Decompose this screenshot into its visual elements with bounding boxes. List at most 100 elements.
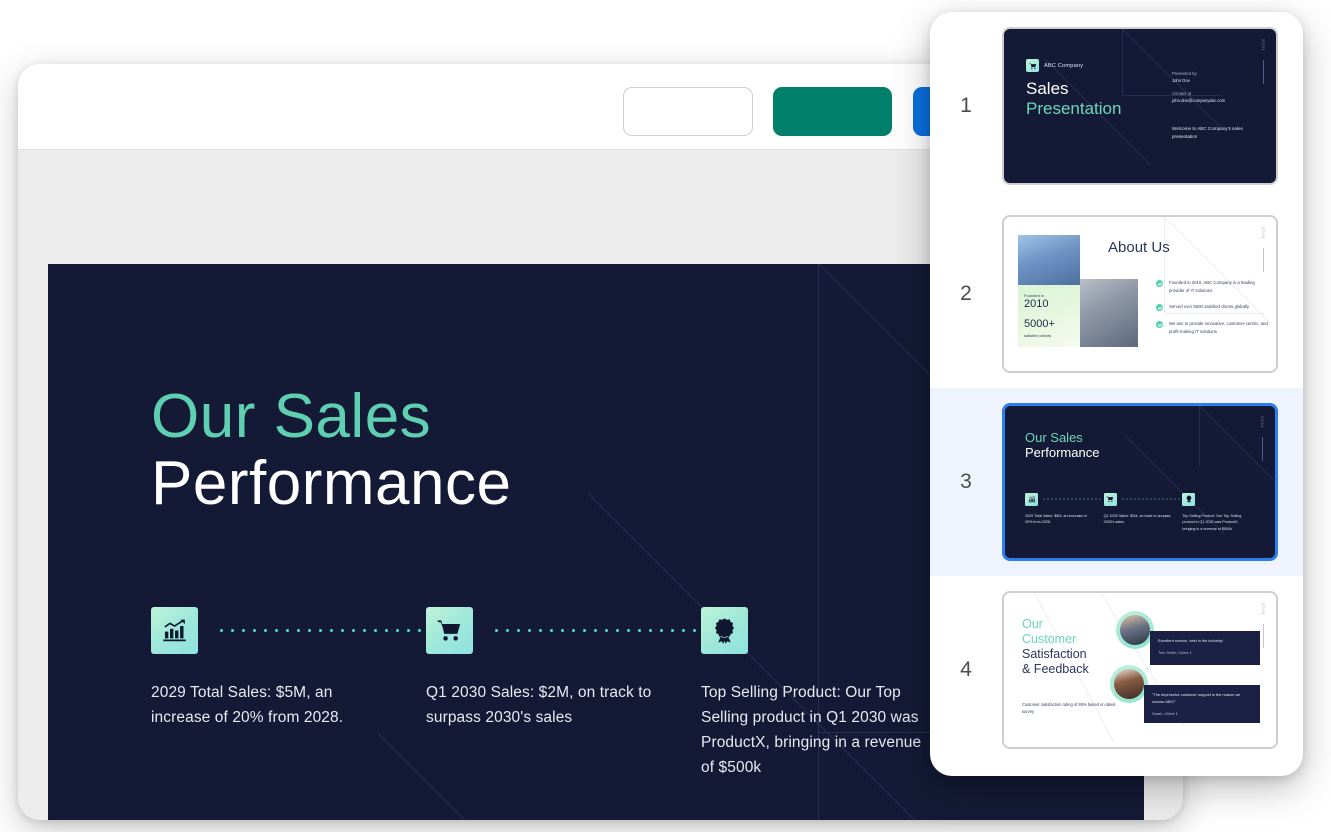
stat-item-header (1104, 492, 1183, 506)
slide-2-title: About Us (1108, 239, 1170, 256)
slide-1-title-line-1: Sales (1026, 79, 1121, 99)
slide-year-text: 2031 (1261, 39, 1266, 52)
toolbar-outline-button[interactable] (623, 87, 753, 136)
slide-2-bullet-list: Founded in 2010, ABC Company is a leadin… (1156, 279, 1268, 344)
stat-item-header (1025, 492, 1104, 506)
check-circle-icon (1156, 280, 1163, 287)
stat-item-header (426, 606, 701, 654)
company-name: ABC Company (1044, 63, 1083, 69)
avatar-photo (1120, 615, 1150, 645)
bullet-item: We aim to provide innovative, customer-c… (1156, 320, 1268, 335)
slide-year-text: 2031 (1261, 603, 1266, 616)
testimonial-quote: Excellent service, best in the industry! (1158, 638, 1252, 645)
clients-value: 5000+ (1024, 318, 1055, 330)
slide-year-rule (1262, 437, 1263, 461)
slide-stat-item: 2029 Total Sales: $5M, an increase of 20… (151, 606, 426, 780)
slide-3-title-line-2: Performance (1025, 445, 1099, 460)
stat-item: 2029 Total Sales: $5M, an increase of 20… (1025, 492, 1104, 532)
team-photo (1080, 279, 1138, 347)
decorative-line-diagonal (1199, 405, 1278, 498)
slide-thumbnail-row-2[interactable]: 2 Founded in 2010 5000+ satisfied client… (930, 200, 1303, 388)
decorative-line-vertical (1122, 29, 1123, 95)
slide-number-3: 3 (930, 470, 1002, 494)
connector-dots (491, 629, 697, 632)
contact-label: Contact at (1172, 91, 1264, 98)
decorative-line-vertical (1199, 406, 1200, 466)
slide-year-text: 2031 (1261, 227, 1266, 240)
avatar (1110, 665, 1148, 703)
testimonial-quote: "The impressive customer support is the … (1152, 692, 1252, 706)
avatar (1116, 611, 1154, 649)
stat-item-text: 2029 Total Sales: $5M, an increase of 20… (151, 680, 383, 730)
slide-year-rule (1263, 248, 1264, 272)
award-ribbon-icon (1182, 493, 1195, 506)
slide-1-contact-block: Presented by John Doe Contact at john.do… (1172, 71, 1264, 105)
slide-4-title-line-4: & Feedback (1022, 662, 1089, 677)
slide-stat-item: Q1 2030 Sales: $2M, on track to surpass … (426, 606, 701, 780)
slide-year-marker: 2031 (1261, 603, 1266, 648)
slide-year-rule (1263, 624, 1264, 648)
building-photo (1018, 235, 1080, 285)
bullet-text: Founded in 2010, ABC Company is a leadin… (1169, 279, 1268, 294)
stat-item-header (1182, 492, 1261, 506)
stat-item-text: Top Selling Product: Our Top Selling pro… (1182, 513, 1250, 532)
connector-dots (1042, 498, 1102, 500)
slide-4-subtitle: Customer satisfaction rating of 95% base… (1022, 701, 1118, 716)
slide-number-2: 2 (930, 282, 1002, 306)
stat-item: Q1 2030 Sales: $2M, on track to surpass … (1104, 492, 1183, 532)
slide-title-line-2: Performance (151, 451, 511, 518)
avatar-photo (1114, 669, 1144, 699)
slide-year-text: 2031 (1260, 416, 1265, 429)
company-logo: ABC Company (1026, 59, 1083, 72)
stat-item-text: Q1 2030 Sales: $2M, on track to surpass … (426, 680, 658, 730)
contact-value: john.doe@companyabc.com (1172, 98, 1264, 105)
presented-by-value: John Doe (1172, 78, 1264, 85)
testimonial-card: Excellent service, best in the industry!… (1150, 631, 1260, 665)
bullet-text: We aim to provide innovative, customer-c… (1169, 320, 1268, 335)
slide-4-title-line-3: Satisfaction (1022, 647, 1089, 662)
slide-4-title-line-1: Our (1022, 617, 1089, 632)
slide-year-marker: 2031 (1260, 416, 1265, 461)
slide-3-title: Our Sales Performance (1025, 430, 1099, 461)
slide-year-marker: 2031 (1261, 39, 1266, 84)
stat-item-header (151, 606, 426, 654)
connector-dots (216, 629, 422, 632)
bullet-item: Served over 5000 satisfied clients globa… (1156, 303, 1268, 311)
check-circle-icon (1156, 321, 1163, 328)
slide-1-welcome-text: Welcome to ABC Company's sales presentat… (1172, 125, 1268, 141)
slide-thumbnail-3[interactable]: Our Sales Performance (1002, 403, 1278, 561)
clients-label: satisfied clients (1024, 333, 1051, 338)
slide-thumbnail-4[interactable]: Our Customer Satisfaction & Feedback Cus… (1002, 591, 1278, 749)
bar-chart-growth-icon (151, 607, 198, 654)
founded-value: 2010 (1024, 298, 1048, 310)
testimonial-card: "The impressive customer support is the … (1144, 685, 1260, 723)
slide-thumbnail-row-3[interactable]: 3 Our Sales Performance (930, 388, 1303, 576)
shopping-cart-icon (1026, 59, 1039, 72)
shopping-cart-icon (426, 607, 473, 654)
stat-item-text: 2029 Total Sales: $5M, an increase of 20… (1025, 513, 1093, 526)
stat-item: Top Selling Product: Our Top Selling pro… (1182, 492, 1261, 532)
bar-chart-growth-icon (1025, 493, 1038, 506)
slide-year-marker: 2031 (1261, 227, 1266, 272)
slide-year-rule (1263, 60, 1264, 84)
award-ribbon-icon (701, 607, 748, 654)
slide-title: Our Sales Performance (151, 384, 511, 518)
slide-4-title-line-2: Customer (1022, 632, 1089, 647)
slide-number-1: 1 (930, 94, 1002, 118)
slide-thumbnail-row-1[interactable]: 1 ABC Company Sales Presentation (930, 12, 1303, 200)
slide-thumbnail-2[interactable]: Founded in 2010 5000+ satisfied clients … (1002, 215, 1278, 373)
connector-dots (1121, 498, 1181, 500)
slide-4-title: Our Customer Satisfaction & Feedback (1022, 617, 1089, 677)
slide-1-title: Sales Presentation (1026, 79, 1121, 118)
bullet-item: Founded in 2010, ABC Company is a leadin… (1156, 279, 1268, 294)
testimonial-author: Tom Smith, Client 1 (1158, 650, 1252, 655)
toolbar-primary-teal-button[interactable] (773, 87, 892, 136)
slides-thumbnail-panel: 1 ABC Company Sales Presentation (930, 12, 1303, 776)
slide-thumbnail-1[interactable]: ABC Company Sales Presentation Presented… (1002, 27, 1278, 185)
slide-thumbnail-row-4[interactable]: 4 Our Customer Satisfaction & Feedback C… (930, 576, 1303, 764)
slide-3-stat-items: 2029 Total Sales: $5M, an increase of 20… (1025, 492, 1261, 532)
presented-by-label: Presented by (1172, 71, 1264, 78)
shopping-cart-icon (1104, 493, 1117, 506)
stat-item-text: Q1 2030 Sales: $2M, on track to surpass … (1104, 513, 1172, 526)
check-circle-icon (1156, 304, 1163, 311)
